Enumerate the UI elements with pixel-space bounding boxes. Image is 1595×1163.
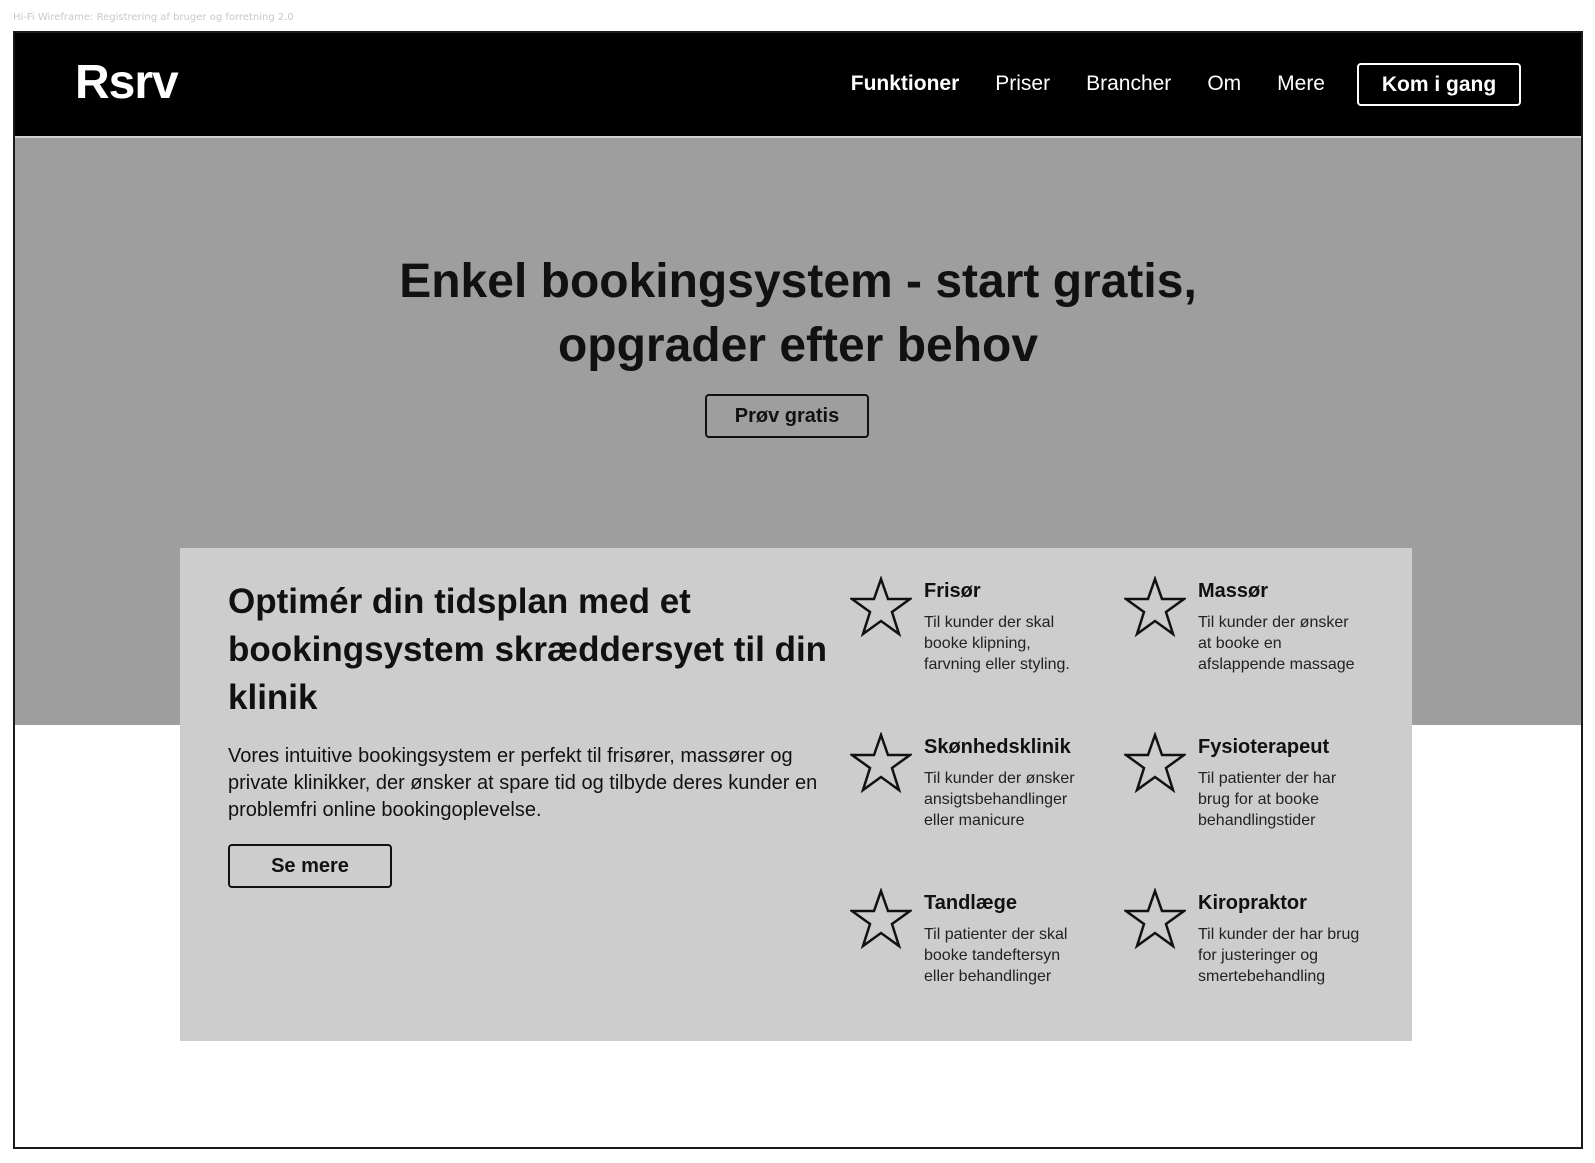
try-free-button[interactable]: Prøv gratis bbox=[705, 394, 869, 438]
nav-link-funktioner[interactable]: Funktioner bbox=[851, 73, 960, 94]
hero-title-line2: opgrader efter behov bbox=[557, 319, 1039, 372]
hero-title: Enkel bookingsystem - start gratis, opgr… bbox=[15, 250, 1581, 378]
feature-massor: Massør Til kunder der ønsker at booke en… bbox=[1124, 576, 1384, 696]
hero-title-line1: Enkel bookingsystem - start gratis, bbox=[399, 255, 1197, 308]
feature-desc: Til patienter der har brug for at booke … bbox=[1198, 770, 1337, 829]
feature-desc: Til kunder der ønsker at booke en afslap… bbox=[1198, 614, 1355, 673]
page-frame: Rsrv Funktioner Priser Brancher Om Mere … bbox=[13, 31, 1583, 1149]
top-navbar: Rsrv Funktioner Priser Brancher Om Mere … bbox=[15, 33, 1581, 138]
star-icon bbox=[1124, 732, 1186, 794]
star-icon bbox=[1124, 576, 1186, 638]
star-icon bbox=[850, 576, 912, 638]
feature-title: Frisør bbox=[924, 580, 981, 602]
feature-skonhedsklinik: Skønhedsklinik Til kunder der ønsker ans… bbox=[850, 732, 1110, 852]
nav-link-brancher[interactable]: Brancher bbox=[1086, 73, 1171, 94]
industries-card: Optimér din tidsplan med et bookingsyste… bbox=[180, 548, 1412, 1041]
feature-tandlaege: Tandlæge Til patienter der skal booke ta… bbox=[850, 888, 1110, 1008]
feature-frisor: Frisør Til kunder der skal booke klipnin… bbox=[850, 576, 1110, 696]
frame-label: Hi-Fi Wireframe: Registrering af bruger … bbox=[13, 12, 294, 23]
see-more-button[interactable]: Se mere bbox=[228, 844, 392, 888]
feature-fysioterapeut: Fysioterapeut Til patienter der har brug… bbox=[1124, 732, 1384, 852]
feature-title: Kiropraktor bbox=[1198, 892, 1307, 914]
feature-desc: Til kunder der skal booke klipning, farv… bbox=[924, 614, 1070, 673]
star-icon bbox=[1124, 888, 1186, 950]
star-icon bbox=[850, 888, 912, 950]
feature-desc: Til kunder der har brug for justeringer … bbox=[1198, 926, 1360, 985]
feature-kiropraktor: Kiropraktor Til kunder der har brug for … bbox=[1124, 888, 1384, 1008]
nav-link-mere[interactable]: Mere bbox=[1277, 73, 1325, 94]
star-icon bbox=[850, 732, 912, 794]
feature-title: Tandlæge bbox=[924, 892, 1017, 914]
feature-desc: Til patienter der skal booke tandeftersy… bbox=[924, 926, 1068, 985]
feature-title: Skønhedsklinik bbox=[924, 736, 1071, 758]
feature-desc: Til kunder der ønsker ansigtsbehandlinge… bbox=[924, 770, 1075, 829]
section-title: Optimér din tidsplan med et bookingsyste… bbox=[228, 582, 828, 717]
feature-title: Massør bbox=[1198, 580, 1269, 602]
nav-link-priser[interactable]: Priser bbox=[995, 73, 1050, 94]
nav-links: Funktioner Priser Brancher Om Mere bbox=[851, 73, 1325, 94]
feature-title: Fysioterapeut bbox=[1198, 736, 1330, 758]
get-started-button[interactable]: Kom i gang bbox=[1357, 63, 1521, 106]
nav-link-om[interactable]: Om bbox=[1207, 73, 1241, 94]
section-body: Vores intuitive bookingsystem er perfekt… bbox=[228, 745, 818, 821]
logo[interactable]: Rsrv bbox=[75, 59, 179, 107]
